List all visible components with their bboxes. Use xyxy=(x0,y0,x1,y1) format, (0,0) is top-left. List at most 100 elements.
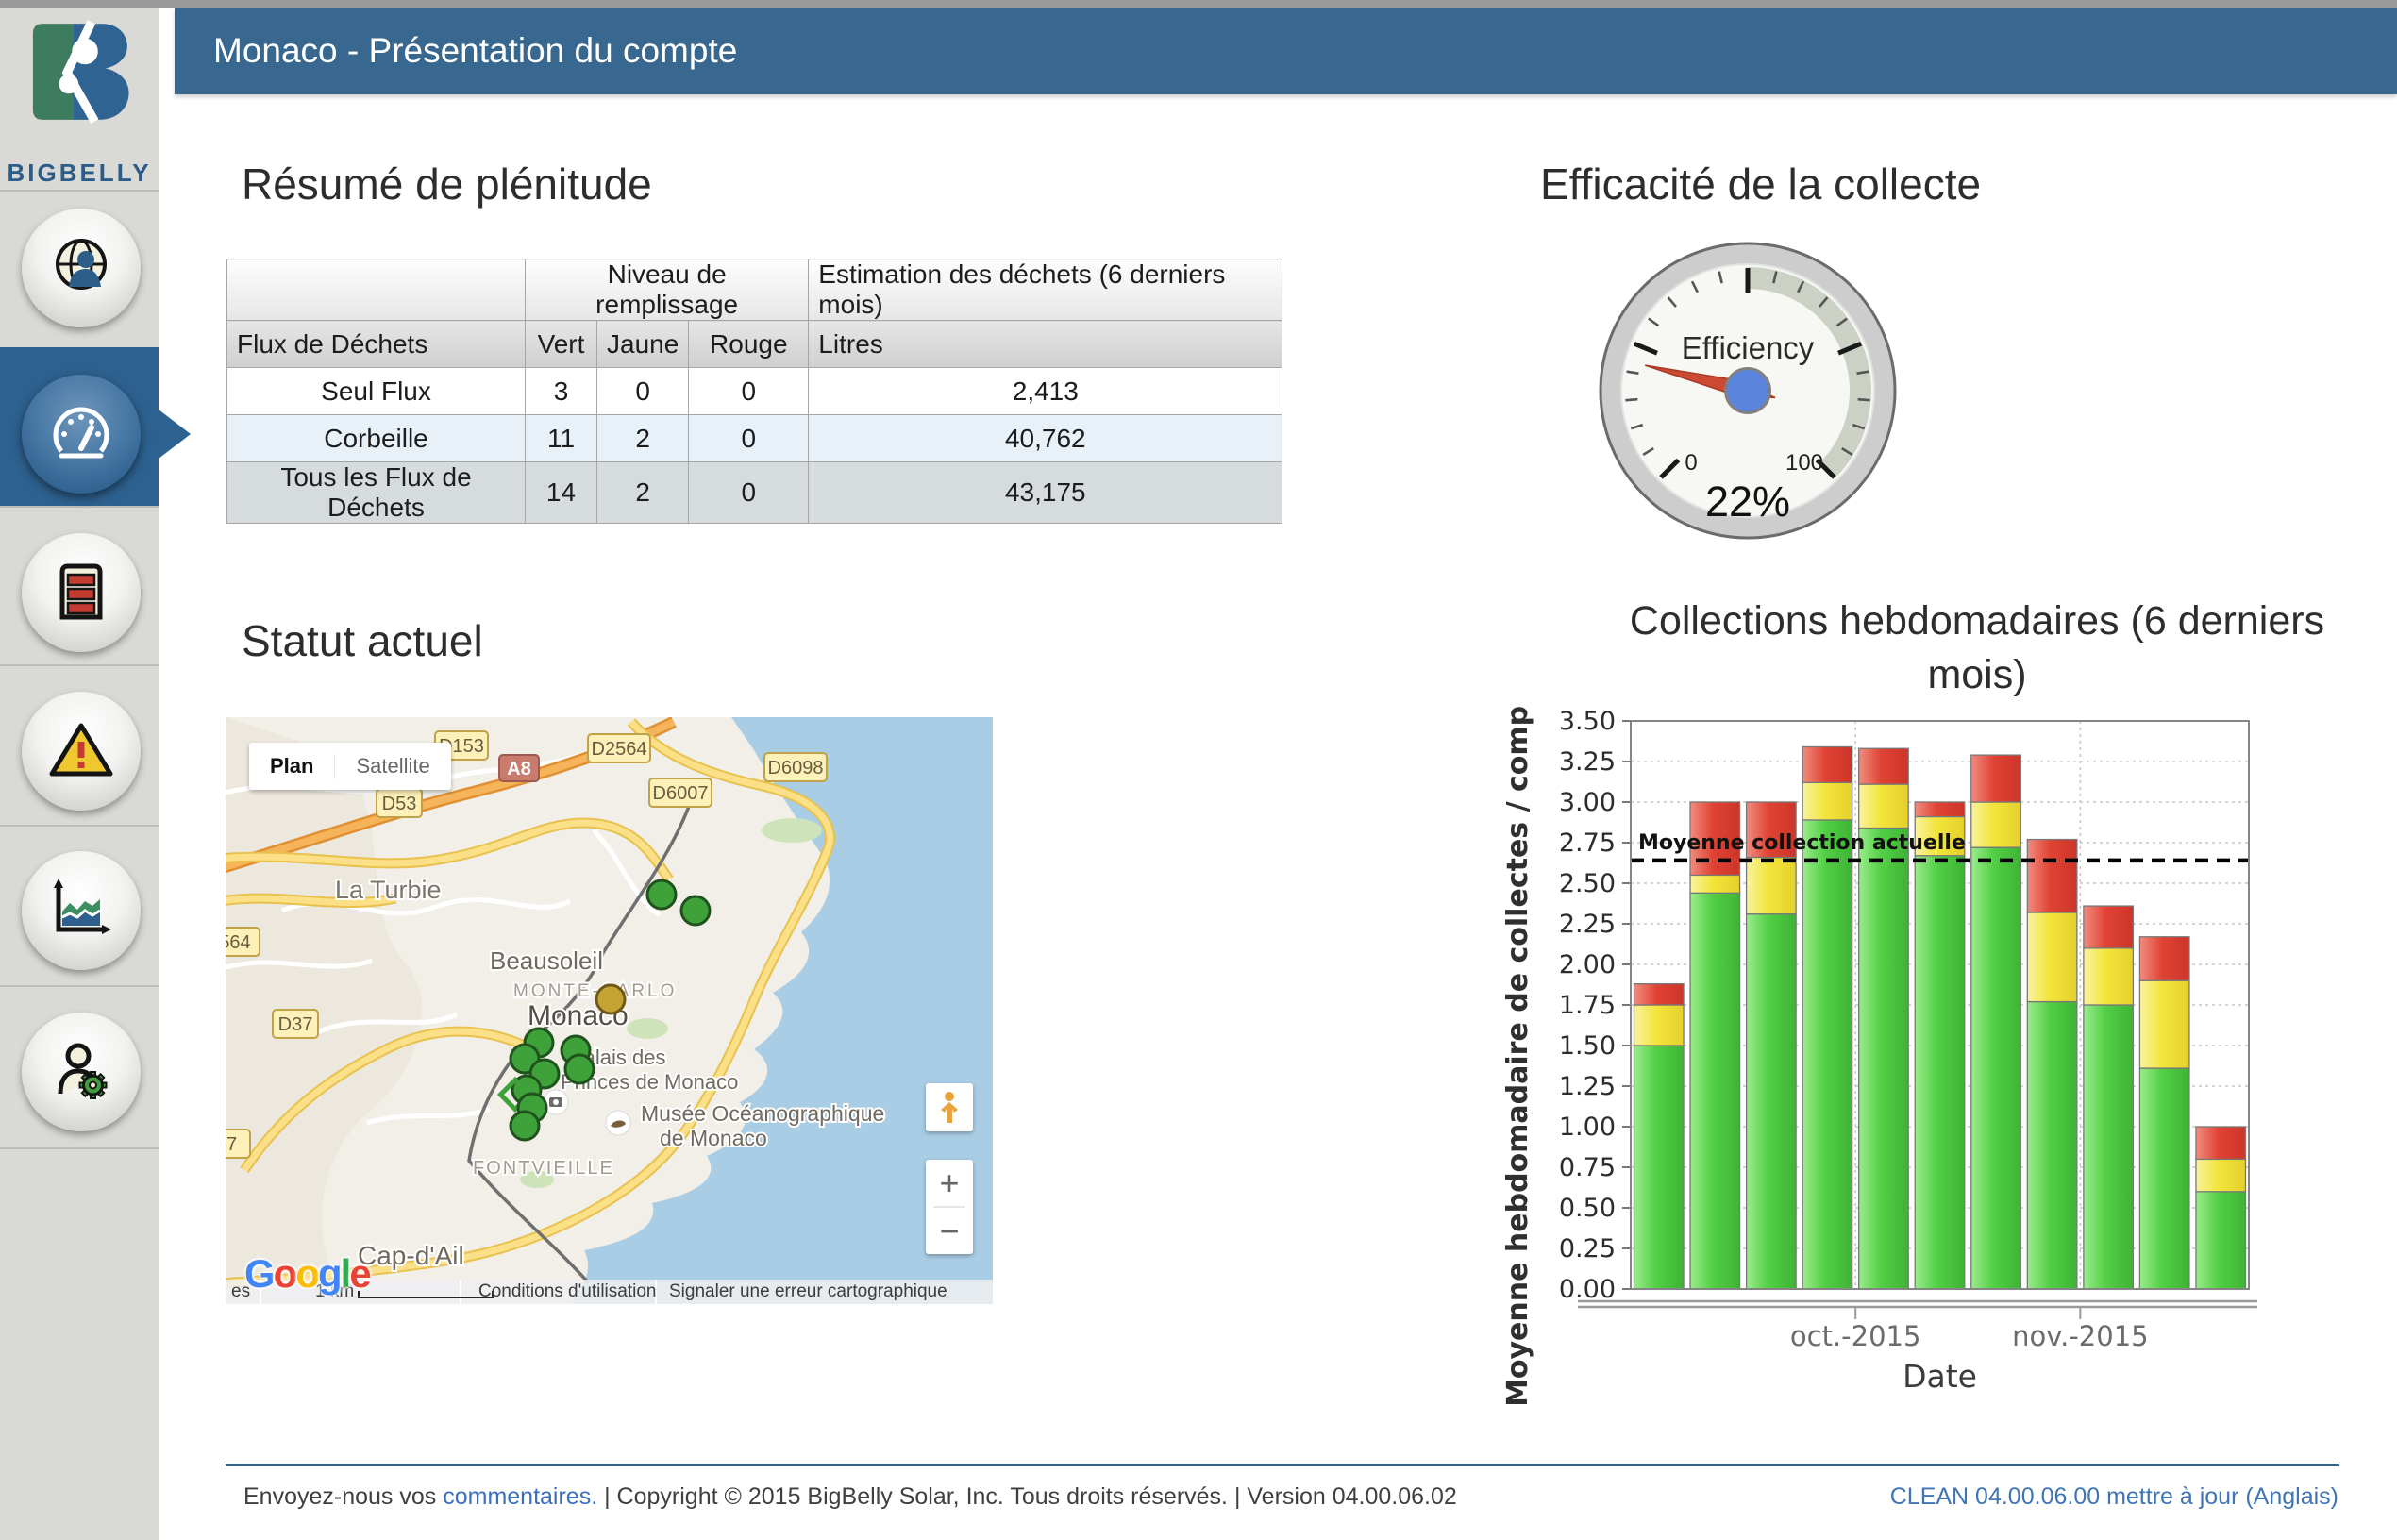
footer-pre: Envoyez-nous vos xyxy=(243,1483,443,1510)
bar-segment-rouge xyxy=(2027,840,2077,912)
map-marker[interactable] xyxy=(511,1112,539,1140)
bar-segment-vert xyxy=(1859,829,1909,1289)
road-badge: D6098 xyxy=(764,753,827,781)
bigbelly-logo-icon xyxy=(26,19,132,125)
y-tick-label: 1.00 xyxy=(1559,1113,1616,1142)
road-badge: D6007 xyxy=(649,778,712,807)
fullness-section-title: Résumé de plénitude xyxy=(242,159,652,209)
map-terms-link[interactable]: Conditions d'utilisation xyxy=(478,1281,656,1302)
google-logo-letter: l xyxy=(341,1251,350,1296)
map-type-plan-button[interactable]: Plan xyxy=(249,754,334,778)
sidebar-item-account-overview[interactable] xyxy=(22,209,141,327)
bar-segment-vert xyxy=(2139,1068,2189,1289)
map-marker[interactable] xyxy=(647,880,676,909)
sidebar-item-reports[interactable] xyxy=(22,851,141,970)
status-map[interactable]: La Turbie Beausoleil MONTE-CARLO Monaco … xyxy=(226,717,993,1304)
bar-segment-vert xyxy=(2196,1192,2246,1289)
col-header-litres: Litres xyxy=(809,321,1282,368)
sidebar-item-alerts[interactable] xyxy=(22,692,141,811)
bar-segment-jaune xyxy=(1802,782,1852,820)
svg-text:564: 564 xyxy=(226,932,251,953)
bar-segment-rouge xyxy=(1915,802,1965,816)
bar-segment-jaune xyxy=(1859,784,1909,828)
x-tick-label: nov.-2015 xyxy=(2012,1320,2149,1352)
version-update-link[interactable]: CLEAN 04.00.06.00 mettre à jour (Anglais… xyxy=(1890,1483,2338,1511)
header-bar: Monaco - Présentation du compte xyxy=(175,8,2397,94)
y-tick-label: 3.25 xyxy=(1559,747,1616,777)
google-logo-letter: G xyxy=(244,1251,274,1296)
status-section-title: Statut actuel xyxy=(242,615,483,666)
cell-red: 0 xyxy=(689,415,809,462)
fill-level-group-header: Niveau de remplissage xyxy=(526,259,809,321)
cell-green: 11 xyxy=(526,415,597,462)
label-musee-1: Musée Océanographique xyxy=(641,1101,884,1126)
footer-text: Envoyez-nous vos commentaires. | Copyrig… xyxy=(243,1483,1457,1511)
bar-segment-vert xyxy=(2084,1005,2134,1289)
bar-segment-jaune xyxy=(1747,857,1797,913)
sidebar-item-dashboard[interactable] xyxy=(22,375,141,494)
bar-segment-rouge xyxy=(2196,1127,2246,1159)
bar-segment-vert xyxy=(1802,820,1852,1289)
cell-yellow: 2 xyxy=(597,415,689,462)
gauge-value: 22% xyxy=(1705,477,1790,526)
bar-segment-vert xyxy=(2027,1002,2077,1289)
map-report-link[interactable]: Signaler une erreur cartographique xyxy=(669,1281,947,1302)
y-tick-label: 2.75 xyxy=(1559,829,1616,858)
sidebar-item-fullness[interactable] xyxy=(22,533,141,652)
cell-litres: 43,175 xyxy=(809,462,1282,524)
map-marker[interactable] xyxy=(565,1055,594,1083)
google-logo-letter: o xyxy=(274,1251,296,1296)
table-header-row: Flux de Déchets Vert Jaune Rouge Litres xyxy=(227,321,1282,368)
waste-estimate-group-header: Estimation des déchets (6 derniers mois) xyxy=(809,259,1282,321)
bar-segment-jaune xyxy=(2139,980,2189,1068)
google-logo: Google xyxy=(244,1251,370,1297)
svg-text:D6007: D6007 xyxy=(653,783,709,804)
bar-segment-rouge xyxy=(1971,755,2021,802)
zoom-in-button[interactable]: + xyxy=(926,1160,973,1206)
y-tick-label: 0.50 xyxy=(1559,1194,1616,1223)
bar-segment-vert xyxy=(1747,914,1797,1289)
bar-segment-rouge xyxy=(2084,906,2134,948)
gear-icon xyxy=(80,1072,107,1098)
sidebar-active-arrow xyxy=(159,410,191,459)
fullness-summary-table: Niveau de remplissage Estimation des déc… xyxy=(226,259,1282,524)
sidebar-divider xyxy=(0,190,159,192)
map-type-satellite-button[interactable]: Satellite xyxy=(334,754,450,778)
col-header-yellow: Jaune xyxy=(597,321,689,368)
footer-rule xyxy=(226,1464,2339,1466)
y-tick-label: 3.00 xyxy=(1559,788,1616,817)
label-cap-dail: Cap-d'Ail xyxy=(358,1241,464,1270)
gauge-minor-tick xyxy=(1858,399,1870,400)
cell-red: 0 xyxy=(689,368,809,415)
y-axis-title: Moyenne hebdomadaire de collectes / comp… xyxy=(1501,706,1534,1404)
bar-segment-vert xyxy=(1690,893,1740,1289)
street-view-pegman-button[interactable] xyxy=(926,1083,973,1131)
sidebar-divider xyxy=(0,1147,159,1149)
svg-text:A8: A8 xyxy=(507,759,531,779)
feedback-link[interactable]: commentaires. xyxy=(443,1483,597,1510)
cell-yellow: 2 xyxy=(597,462,689,524)
map-marker[interactable] xyxy=(681,896,710,925)
footer-post: | Copyright © 2015 BigBelly Solar, Inc. … xyxy=(597,1483,1457,1510)
bar-segment-jaune xyxy=(1690,875,1740,893)
col-header-green: Vert xyxy=(526,321,597,368)
bar-segment-rouge xyxy=(1802,747,1852,783)
bar-segment-rouge xyxy=(1859,748,1909,784)
road-badge: D2564 xyxy=(588,734,650,762)
label-la-turbie: La Turbie xyxy=(335,876,442,904)
museum-poi-icon xyxy=(606,1111,630,1135)
globe-user-icon xyxy=(43,230,119,306)
map-zoom-control: + − xyxy=(926,1160,973,1254)
cell-green: 3 xyxy=(526,368,597,415)
y-tick-label: 2.50 xyxy=(1559,869,1616,898)
map-marker[interactable] xyxy=(596,985,625,1013)
y-tick-label: 2.00 xyxy=(1559,950,1616,979)
gauge-min-label: 0 xyxy=(1685,450,1697,476)
map-scale-bar xyxy=(358,1291,494,1298)
sidebar-item-user-settings[interactable] xyxy=(22,1013,141,1131)
zoom-out-button[interactable]: − xyxy=(926,1208,973,1254)
top-strip xyxy=(0,0,2397,8)
sidebar-divider xyxy=(0,506,159,508)
cell-yellow: 0 xyxy=(597,368,689,415)
cell-stream: Seul Flux xyxy=(227,368,526,415)
